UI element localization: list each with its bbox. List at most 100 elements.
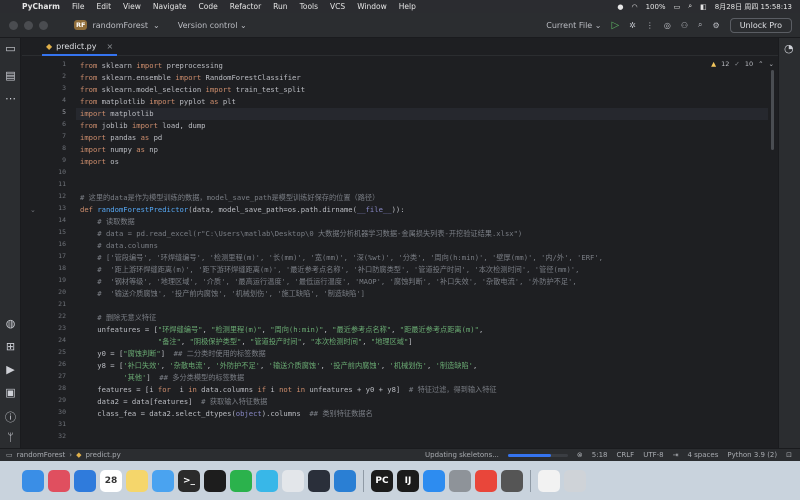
more-tools-icon[interactable]: ⋯ bbox=[4, 92, 17, 105]
line-number[interactable]: 16 bbox=[36, 240, 66, 248]
line-number[interactable]: 6 bbox=[36, 120, 66, 128]
code-line[interactable]: import pandas as pd bbox=[80, 132, 162, 144]
more-actions-icon[interactable]: ⋮ bbox=[646, 21, 654, 30]
menu-item-help[interactable]: Help bbox=[399, 2, 416, 11]
wechat-status-icon[interactable]: ● bbox=[617, 3, 623, 11]
code-line[interactable]: from joblib import load, dump bbox=[80, 120, 206, 132]
wifi-icon[interactable]: ◠ bbox=[631, 3, 637, 11]
dock-launchpad-icon[interactable] bbox=[48, 469, 70, 492]
dock-document-icon[interactable] bbox=[538, 469, 560, 492]
project-selector[interactable]: RF randomForest ⌄ bbox=[74, 20, 160, 30]
minimize-window-button[interactable] bbox=[24, 20, 33, 30]
menu-item-code[interactable]: Code bbox=[199, 2, 218, 11]
code-line[interactable]: import numpy as np bbox=[80, 144, 158, 156]
line-number[interactable]: 19 bbox=[36, 276, 66, 284]
line-number[interactable]: 1 bbox=[36, 60, 66, 68]
code-line[interactable]: data2 = data[features] # 获取输入特征数据 bbox=[80, 396, 267, 408]
menu-item-file[interactable]: File bbox=[72, 2, 85, 11]
debug-icon[interactable]: ✲ bbox=[629, 21, 636, 30]
code-line[interactable]: # data.columns bbox=[80, 240, 158, 252]
dock-app-store-icon[interactable] bbox=[423, 469, 445, 492]
code-line[interactable]: def randomForestPredictor(data, model_sa… bbox=[80, 204, 405, 216]
menu-item-run[interactable]: Run bbox=[273, 2, 287, 11]
menu-item-view[interactable]: View bbox=[123, 2, 141, 11]
line-number[interactable]: 31 bbox=[36, 420, 66, 428]
code-line[interactable]: '其他'] ## 多分类模型的标签数据 bbox=[80, 372, 244, 384]
code-line[interactable]: features = [i for i in data.columns if i… bbox=[80, 384, 496, 396]
line-number[interactable]: 3 bbox=[36, 84, 66, 92]
python-packages-icon[interactable]: ◍ bbox=[4, 317, 17, 330]
dock-terminal-icon[interactable]: >_ bbox=[178, 469, 200, 492]
line-number[interactable]: 11 bbox=[36, 180, 66, 188]
line-number[interactable]: 9 bbox=[36, 156, 66, 164]
code-line[interactable]: # 读取数据 bbox=[80, 216, 134, 228]
tab-predict-py[interactable]: ◆ predict.py × bbox=[42, 38, 118, 56]
code-line[interactable]: from sklearn import preprocessing bbox=[80, 60, 223, 72]
code-line[interactable]: y8 = ['补口失效', '杂散电流', '外防护不足', '输送介质腐蚀',… bbox=[80, 360, 477, 372]
menu-item-window[interactable]: Window bbox=[357, 2, 387, 11]
code-line[interactable]: "备注", "阴极保护类型", "管道投产时间", "本次检测时间", "地理区… bbox=[80, 336, 413, 348]
lock-icon[interactable]: ⊡ bbox=[786, 451, 792, 459]
line-number[interactable]: 8 bbox=[36, 144, 66, 152]
menu-item-edit[interactable]: Edit bbox=[97, 2, 112, 11]
zoom-window-button[interactable] bbox=[39, 20, 48, 30]
line-number[interactable]: 20 bbox=[36, 288, 66, 296]
dock-chrome-icon[interactable] bbox=[475, 469, 497, 492]
line-number[interactable]: 10 bbox=[36, 168, 66, 176]
menu-item-vcs[interactable]: VCS bbox=[330, 2, 345, 11]
line-number[interactable]: 26 bbox=[36, 360, 66, 368]
dock-notes-icon[interactable] bbox=[126, 469, 148, 492]
code-line[interactable]: unfeatures = ["环焊缝编号", "检测里程(m)", "周向(h:… bbox=[80, 324, 483, 336]
run-icon[interactable]: ▷ bbox=[611, 20, 619, 31]
background-task-label[interactable]: Updating skeletons... bbox=[425, 451, 499, 459]
code-line[interactable]: y0 = ["腐蚀判断"] ## 二分类时使用的标签数据 bbox=[80, 348, 265, 360]
dock-maps-icon[interactable] bbox=[152, 469, 174, 492]
line-number[interactable]: 4 bbox=[36, 96, 66, 104]
line-number[interactable]: 12 bbox=[36, 192, 66, 200]
line-number[interactable]: 32 bbox=[36, 432, 66, 440]
code-editor[interactable]: from sklearn import preprocessing from sk… bbox=[76, 57, 768, 448]
line-number[interactable]: 25 bbox=[36, 348, 66, 356]
dock-calendar-icon[interactable]: 28 bbox=[100, 469, 122, 492]
notifications-icon[interactable]: ◔ bbox=[784, 42, 794, 55]
dock-trash-icon[interactable] bbox=[564, 469, 586, 492]
line-number[interactable]: 22 bbox=[36, 312, 66, 320]
line-number[interactable]: 30 bbox=[36, 408, 66, 416]
services-icon[interactable]: ▶ bbox=[4, 363, 17, 376]
dock-finder-icon[interactable] bbox=[22, 469, 44, 492]
code-line[interactable]: # '距上游环焊缝距离(m)', '距下游环焊缝距离(m)', '最近参考点名称… bbox=[80, 264, 579, 276]
add-user-icon[interactable]: ⚇ bbox=[681, 21, 688, 30]
line-number[interactable]: 14 bbox=[36, 216, 66, 224]
dock-system-settings-icon[interactable] bbox=[449, 469, 471, 492]
breadcrumb-file[interactable]: predict.py bbox=[85, 451, 120, 459]
line-separator[interactable]: CRLF bbox=[617, 451, 635, 459]
editor-gutter[interactable]: 1 2 3 4 5 6 7 8 9 10 11 12 13 ⌄ 14 15 16 17 18 19 20 21 22 23 24… bbox=[22, 57, 70, 448]
dock-finder-2-icon[interactable] bbox=[256, 469, 278, 492]
dock-wechat-icon[interactable] bbox=[230, 469, 252, 492]
menu-item-refactor[interactable]: Refactor bbox=[230, 2, 261, 11]
fold-chevron-icon[interactable]: ⌄ bbox=[30, 206, 36, 214]
dock-safari-icon[interactable] bbox=[74, 469, 96, 492]
close-icon[interactable]: ⊗ bbox=[577, 451, 583, 459]
line-number[interactable]: 29 bbox=[36, 396, 66, 404]
code-line[interactable]: # 删除无意义特征 bbox=[80, 312, 156, 324]
project-folder-icon[interactable]: ▭ bbox=[4, 42, 17, 55]
python-console-icon[interactable]: ⊞ bbox=[4, 340, 17, 353]
close-icon[interactable]: × bbox=[106, 42, 113, 51]
battery-icon[interactable]: ▭ bbox=[674, 3, 681, 11]
code-line[interactable]: # data = pd.read_excel(r"C:\Users\matlab… bbox=[80, 228, 522, 240]
line-number[interactable]: 28 bbox=[36, 384, 66, 392]
code-line[interactable]: class_fea = data2.select_dtypes(object).… bbox=[80, 408, 372, 420]
code-line[interactable]: # 这里的data是作为模型训练的数据，model_save_path是模型训练… bbox=[80, 192, 379, 204]
line-number[interactable]: 17 bbox=[36, 252, 66, 260]
line-number[interactable]: 24 bbox=[36, 336, 66, 344]
menu-app-name[interactable]: PyCharm bbox=[22, 2, 60, 11]
code-line[interactable]: from sklearn.ensemble import RandomFores… bbox=[80, 72, 301, 84]
dock-app-x-icon[interactable] bbox=[308, 469, 330, 492]
vertical-scrollbar[interactable] bbox=[771, 70, 774, 150]
task-progress-bar[interactable] bbox=[507, 453, 568, 457]
dock-app-icon[interactable] bbox=[282, 469, 304, 492]
code-line[interactable]: # ['管段编号', '环焊缝编号', '检测里程(m)', '长(mm)', … bbox=[80, 252, 603, 264]
dock-books-icon[interactable] bbox=[501, 469, 523, 492]
settings-gear-icon[interactable]: ⚙ bbox=[713, 21, 720, 30]
